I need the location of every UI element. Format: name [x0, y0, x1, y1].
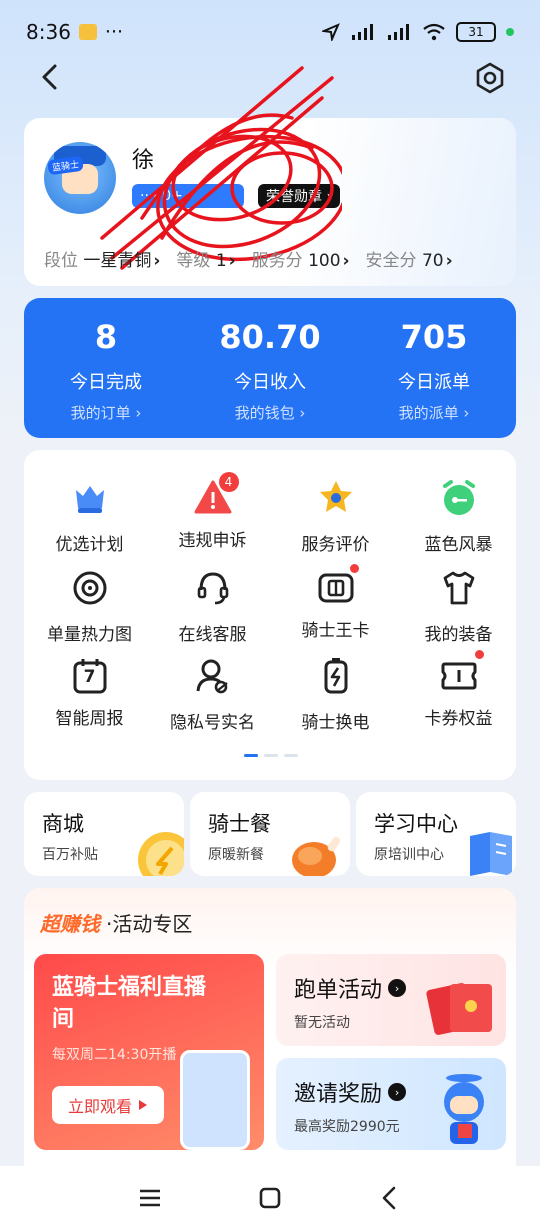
- star-badge-icon: [319, 481, 352, 512]
- back-icon[interactable]: [376, 1184, 404, 1212]
- target-icon: [73, 571, 106, 605]
- grid-item-battery-swap[interactable]: 骑士换电: [274, 656, 397, 733]
- signal-icon: [352, 24, 373, 40]
- grid-item-preferred-plan[interactable]: 优选计划: [28, 478, 151, 555]
- activity-title: ·活动专区: [106, 912, 193, 936]
- my-dispatch-link[interactable]: 我的派单 ›: [352, 402, 516, 423]
- live-title: 蓝骑士福利直播间: [52, 975, 207, 1032]
- income-label: 今日收入: [234, 372, 306, 393]
- dispatched-count: 705: [400, 318, 468, 356]
- today-summary-card: 8 今日完成 我的订单 › 80.70 今日收入 我的钱包 › 705 今日派单…: [24, 298, 516, 438]
- settings-gear-icon[interactable]: [474, 62, 506, 94]
- grid-item-violation-appeal[interactable]: 4 违规申诉: [151, 472, 274, 551]
- today-income[interactable]: 80.70 今日收入 我的钱包 ›: [188, 318, 352, 423]
- grid-item-privacy-realname[interactable]: 隐私号实名: [151, 656, 274, 733]
- invite-reward-sub: 最高奖励2990元: [294, 1119, 400, 1135]
- play-icon: [139, 1100, 148, 1110]
- grid-item-heatmap[interactable]: 单量热力图: [28, 568, 151, 645]
- crown-icon: [75, 486, 104, 513]
- live-stream-banner[interactable]: 蓝骑士福利直播间 每双周二14:30开播 立即观看: [34, 954, 264, 1150]
- privacy-dot: [506, 28, 514, 36]
- running-activity-sub: 暂无活动: [294, 1015, 350, 1031]
- battery-indicator: 31: [456, 22, 496, 42]
- status-more: ···: [104, 21, 124, 43]
- running-activity-title: 跑单活动: [294, 978, 383, 1003]
- my-wallet-link[interactable]: 我的钱包 ›: [188, 402, 352, 423]
- dispatched-label: 今日派单: [398, 372, 470, 393]
- today-completed[interactable]: 8 今日完成 我的订单 ›: [24, 318, 188, 423]
- signal-icon: [388, 24, 409, 40]
- activity-header: 超赚钱 ·活动专区: [40, 908, 192, 937]
- status-bar: 8:36 ··· 31: [0, 0, 540, 64]
- drumstick-icon: [292, 836, 341, 876]
- top-nav: [0, 56, 540, 100]
- rank-stat[interactable]: 段位 一星青铜 ›: [44, 246, 160, 271]
- user-name: 徐: [132, 148, 155, 173]
- system-nav-bar: [0, 1166, 540, 1230]
- mascot-icon: [444, 1074, 484, 1144]
- menu-icon[interactable]: [136, 1184, 164, 1212]
- safety-score-stat[interactable]: 安全分 70 ›: [366, 246, 453, 271]
- activity-zone: 超赚钱 ·活动专区 蓝骑士福利直播间 每双周二14:30开播 立即观看 跑单活动…: [24, 888, 516, 1178]
- my-orders-link[interactable]: 我的订单 ›: [24, 402, 188, 423]
- function-grid: 优选计划 4 违规申诉 服务评价 蓝色风暴 单量热力图 在线客服 骑士王卡 我的…: [24, 450, 516, 780]
- grid-item-my-equipment[interactable]: 我的装备: [397, 568, 520, 645]
- phone-illustration: [180, 1050, 250, 1150]
- new-dot: [474, 650, 484, 659]
- watch-now-button[interactable]: 立即观看: [52, 1086, 165, 1124]
- today-dispatched[interactable]: 705 今日派单 我的派单 ›: [352, 318, 516, 423]
- completed-count: 8: [94, 318, 118, 356]
- arrow-right-icon: ›: [388, 1083, 407, 1101]
- profile-stats: 段位 一星青铜 › 等级 1 › 服务分 100 › 安全分 70 ›: [44, 246, 453, 271]
- shortcut-knight-meal[interactable]: 骑士餐 原暖新餐: [190, 792, 350, 876]
- pager-dot-active: [244, 754, 258, 757]
- calendar-day-number: 7: [83, 667, 96, 687]
- shortcut-learning-center[interactable]: 学习中心 原培训中心: [356, 792, 516, 876]
- tshirt-icon: [443, 571, 474, 605]
- headset-icon: [197, 572, 228, 605]
- sim-card-icon: [318, 573, 353, 603]
- book-icon: [470, 832, 512, 876]
- grid-item-weekly-report[interactable]: 7 智能周报: [28, 656, 151, 729]
- grid-item-online-service[interactable]: 在线客服: [151, 568, 274, 645]
- status-app-icon: [78, 24, 97, 40]
- hot-label: 超赚钱: [40, 912, 100, 936]
- grid-pager: [244, 754, 298, 757]
- coupon-icon: [441, 662, 476, 690]
- grid-item-blue-storm[interactable]: 蓝色风暴: [397, 478, 520, 555]
- pager-dot: [284, 754, 298, 757]
- home-icon[interactable]: [256, 1184, 284, 1212]
- invite-reward-title: 邀请奖励: [294, 1082, 383, 1107]
- income-amount: 80.70: [219, 318, 321, 356]
- pager-dot: [264, 754, 278, 757]
- back-arrow-icon[interactable]: [36, 62, 66, 92]
- live-schedule: 每双周二14:30开播: [52, 1047, 177, 1063]
- wifi-icon: [423, 23, 445, 41]
- avatar[interactable]: 蓝骑士: [44, 142, 116, 214]
- grid-item-knight-card[interactable]: 骑士王卡: [274, 564, 397, 641]
- user-id-icon: [196, 659, 228, 694]
- running-activity-card[interactable]: 跑单活动 › 暂无活动: [276, 954, 506, 1046]
- honor-medal-pill[interactable]: 荣誉勋章 ›: [258, 184, 341, 208]
- coin-icon: [138, 832, 184, 876]
- level-stat[interactable]: 等级 1 ›: [176, 246, 235, 271]
- grid-item-service-rating[interactable]: 服务评价: [274, 478, 397, 555]
- new-dot: [349, 564, 359, 573]
- red-envelope-icon: [426, 983, 492, 1035]
- profile-card[interactable]: 蓝骑士 徐 ···00+ › 荣誉勋章 › 段位 一星青铜 › 等级 1 › 服务分…: [24, 66, 516, 286]
- arrow-right-icon: ›: [388, 979, 407, 997]
- location-arrow-icon: [322, 23, 340, 41]
- service-score-stat[interactable]: 服务分 100 ›: [252, 246, 350, 271]
- alarm-clock-icon: [442, 480, 475, 515]
- completed-label: 今日完成: [70, 372, 142, 393]
- grid-item-coupons[interactable]: 卡券权益: [397, 650, 520, 729]
- battery-swap-icon: [324, 658, 347, 694]
- invite-reward-card[interactable]: 邀请奖励 › 最高奖励2990元: [276, 1058, 506, 1150]
- level-pill[interactable]: ···00+ ›: [132, 184, 244, 208]
- notification-badge: 4: [218, 472, 239, 492]
- status-time: 8:36: [26, 20, 71, 44]
- shortcut-mall[interactable]: 商城 百万补贴: [24, 792, 184, 876]
